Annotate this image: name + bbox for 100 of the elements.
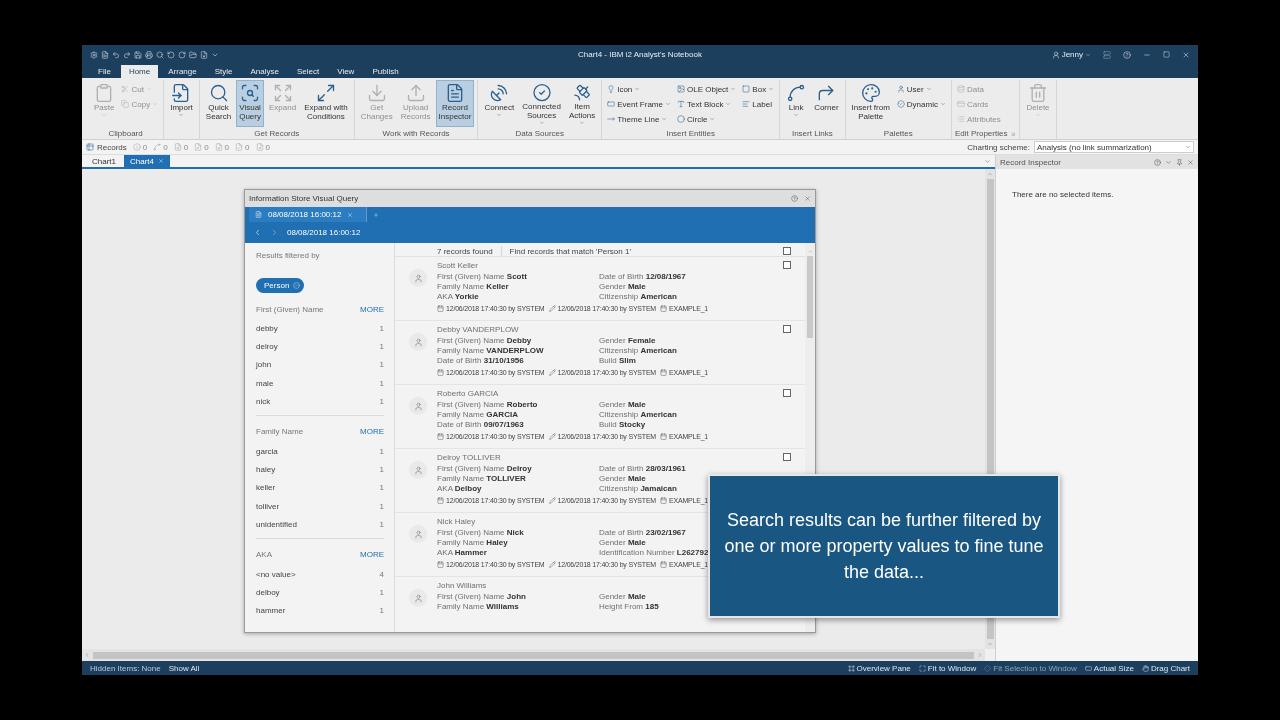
menu-tab[interactable]: View [329, 65, 363, 78]
record-checkbox[interactable] [783, 261, 791, 269]
rotate-left-icon[interactable] [167, 50, 175, 59]
menu-tab[interactable]: Publish [364, 65, 407, 78]
chart-tab[interactable]: Chart4 [124, 155, 171, 167]
maximize-icon[interactable] [1163, 51, 1170, 58]
close-icon[interactable] [1187, 158, 1194, 166]
redo-icon[interactable] [123, 50, 131, 59]
facet-value[interactable]: tolliver [256, 501, 280, 511]
pin-icon[interactable] [1176, 158, 1183, 166]
menu-tab[interactable]: Style [206, 65, 241, 78]
ribbon-button[interactable]: Import [167, 80, 196, 127]
facet-value[interactable]: garcia [256, 446, 278, 456]
status-action[interactable]: Drag Chart [1141, 663, 1190, 673]
chart-tab[interactable]: Chart1 [86, 155, 122, 167]
help-icon[interactable] [791, 195, 798, 202]
more-link[interactable]: MORE [360, 550, 384, 560]
select-all-checkbox[interactable] [783, 247, 791, 255]
document-download-icon[interactable] [200, 50, 208, 59]
caret-icon[interactable] [1165, 158, 1172, 166]
facet-value[interactable]: <no value> [256, 569, 296, 579]
ribbon-button[interactable]: Icon [605, 82, 673, 96]
facet-value[interactable]: debby [256, 323, 278, 333]
ribbon-button[interactable]: OLE Object [675, 82, 739, 96]
scheme-dropdown[interactable]: Analysis (no link summarization) [1034, 141, 1194, 153]
gear-icon[interactable] [90, 50, 98, 59]
record-title[interactable]: Delroy TOLLIVER [437, 453, 501, 462]
status-action[interactable]: Overview Pane [847, 663, 911, 673]
record-checkbox[interactable] [783, 389, 791, 397]
menu-tab[interactable]: File [90, 65, 119, 78]
query-tab[interactable]: 08/08/2018 16:00:12 [249, 207, 367, 222]
scroll-up-icon [807, 249, 813, 254]
rotate-right-icon[interactable] [178, 50, 186, 59]
facet-value[interactable]: male [256, 378, 274, 388]
more-link[interactable]: MORE [360, 427, 384, 437]
facet-value[interactable]: keller [256, 483, 276, 493]
ribbon-button[interactable]: Text Block [675, 97, 739, 111]
filter-chip[interactable]: Person [256, 278, 305, 293]
record-property: First (Given) Name Roberto [437, 400, 538, 410]
record-title[interactable]: Roberto GARCIA [437, 389, 499, 398]
ribbon-button[interactable]: Visual Query [236, 80, 264, 127]
record-count: 0 [183, 142, 189, 152]
menu-tab[interactable]: Home [120, 65, 159, 78]
ribbon-button[interactable]: Theme Line [605, 112, 673, 126]
ribbon-button[interactable]: Label [740, 97, 777, 111]
menu-tab[interactable]: Analyse [242, 65, 287, 78]
scrollbar[interactable] [82, 649, 985, 661]
facet-value[interactable]: delroy [256, 342, 278, 352]
facet-value[interactable]: john [256, 360, 272, 370]
server-icon[interactable] [1103, 50, 1111, 59]
record-checkbox[interactable] [783, 325, 791, 333]
menu-tab[interactable]: Select [288, 65, 328, 78]
ribbon-button[interactable]: Box [740, 82, 777, 96]
status-action[interactable]: Actual Size [1084, 663, 1134, 673]
circle-icon [677, 115, 685, 123]
ribbon-button[interactable]: Quick Search [202, 80, 235, 127]
user-icon [896, 85, 905, 93]
help-icon[interactable] [1154, 158, 1161, 166]
ribbon-button[interactable]: Corner [811, 80, 842, 127]
facet-value[interactable]: hammer [256, 606, 286, 616]
ribbon-button[interactable]: Event Frame [605, 97, 673, 111]
ribbon-button[interactable]: Insert from Palette [848, 80, 893, 127]
facet-value[interactable]: unidentified [256, 520, 297, 530]
record-title[interactable]: Scott Keller [437, 261, 478, 270]
ribbon-button[interactable]: Record Inspector [435, 80, 475, 127]
record-property: Family Name Williams [437, 602, 519, 612]
close-icon[interactable] [1182, 50, 1190, 59]
record-checkbox[interactable] [783, 453, 791, 461]
facet-value[interactable]: haley [256, 465, 276, 475]
ribbon-button[interactable]: Connect [481, 80, 518, 127]
ribbon-button[interactable]: Dynamic [894, 97, 948, 111]
group-label: Get Records [254, 128, 300, 139]
document-icon[interactable] [101, 50, 109, 59]
ribbon-button[interactable]: Item Actions [565, 80, 599, 127]
save-icon[interactable] [134, 50, 142, 59]
ribbon-button[interactable]: User [894, 82, 948, 96]
printer-icon[interactable] [145, 50, 153, 59]
facet-value[interactable]: delboy [256, 588, 280, 597]
folder-icon[interactable] [189, 50, 197, 59]
record-title[interactable]: Nick Haley [437, 517, 476, 526]
record-property: Family Name TOLLIVER [437, 474, 526, 484]
ribbon-button[interactable]: Expand with Conditions [301, 80, 351, 127]
record-title[interactable]: Debby VANDERPLOW [437, 325, 519, 334]
more-link[interactable]: MORE [360, 304, 384, 314]
search-icon[interactable] [156, 50, 164, 59]
ribbon-button[interactable]: Circle [675, 112, 739, 126]
show-all-link[interactable]: Show All [168, 663, 200, 673]
back-icon[interactable] [253, 228, 262, 237]
record-title[interactable]: John Williams [437, 581, 487, 590]
undo-icon[interactable] [112, 50, 120, 59]
facet-value[interactable]: nick [256, 397, 271, 407]
scissors-icon [121, 85, 130, 93]
user-menu[interactable]: Jenny [1051, 50, 1091, 59]
status-action[interactable]: Fit to Window [918, 663, 977, 673]
ribbon-button[interactable]: Connected Sources [519, 80, 564, 127]
ribbon-button[interactable]: Link [783, 80, 810, 127]
filter-heading: Results filtered by [256, 251, 320, 260]
calendar-icon [660, 561, 667, 568]
close-icon[interactable] [804, 195, 811, 202]
menu-tab[interactable]: Arrange [160, 65, 205, 78]
